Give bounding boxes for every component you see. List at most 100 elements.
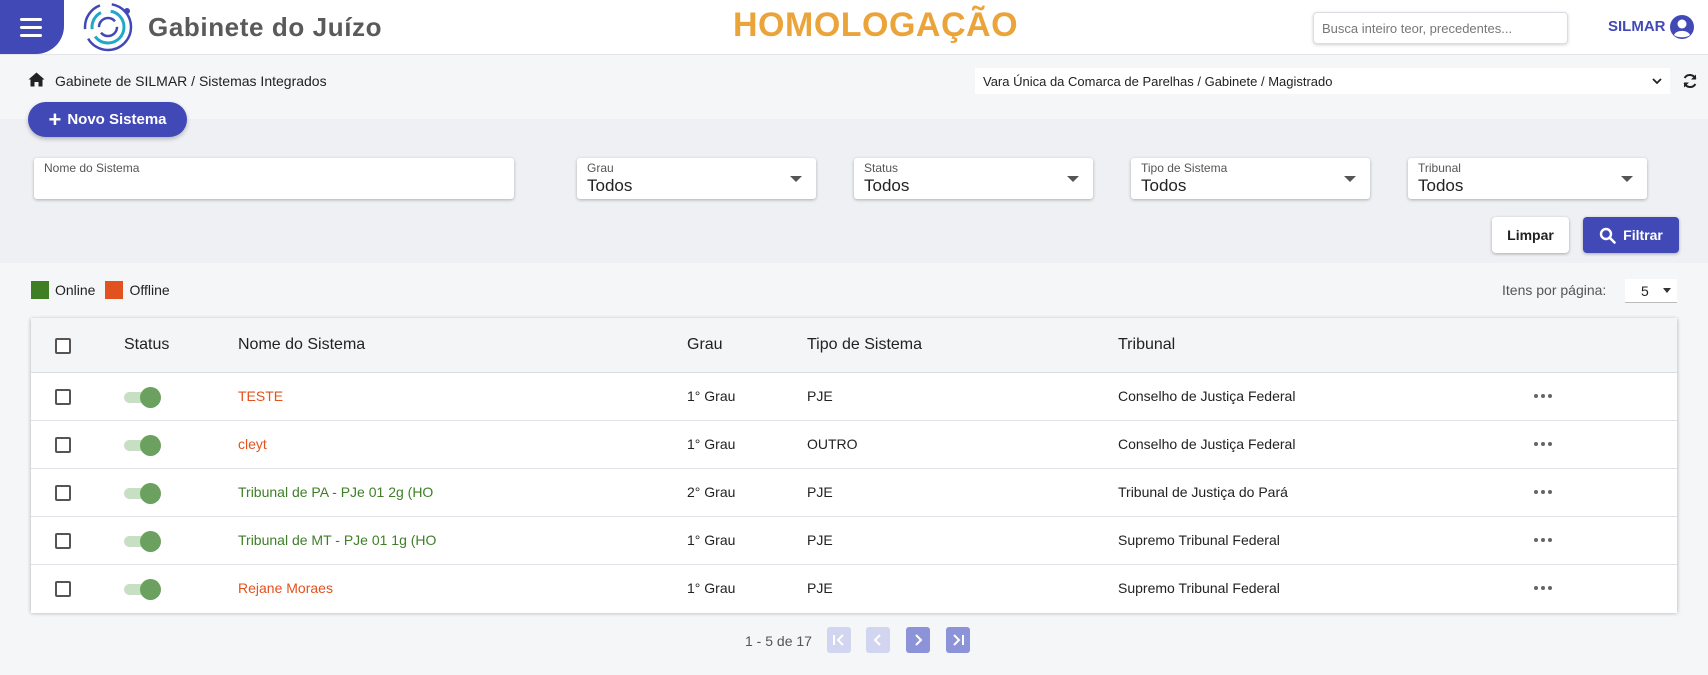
column-header-type[interactable]: Tipo de Sistema: [807, 336, 922, 354]
table-row: Tribunal de PA - PJe 01 2g (HO 2° Grau P…: [31, 469, 1677, 517]
status-value: Todos: [864, 176, 910, 195]
tribunal-cell: Supremo Tribunal Federal: [1118, 580, 1280, 596]
column-header-status[interactable]: Status: [124, 336, 169, 354]
plus-icon: +: [48, 106, 62, 132]
select-all-checkbox[interactable]: [55, 338, 71, 354]
offline-legend-label: Offline: [129, 282, 170, 298]
online-legend-label: Online: [55, 282, 96, 298]
grau-cell: 1° Grau: [687, 580, 736, 596]
row-checkbox[interactable]: [55, 389, 71, 405]
dropdown-arrow-icon: [1344, 176, 1356, 182]
first-page-button[interactable]: [827, 627, 851, 653]
system-type-select[interactable]: Tipo de Sistema Todos: [1131, 158, 1370, 199]
status-toggle[interactable]: [124, 578, 162, 600]
tribunal-cell: Supremo Tribunal Federal: [1118, 532, 1280, 548]
table-row: TESTE 1° Grau PJE Conselho de Justiça Fe…: [31, 373, 1677, 421]
dropdown-arrow-icon: [1067, 176, 1079, 182]
tribunal-cell: Conselho de Justiça Federal: [1118, 388, 1296, 404]
user-name[interactable]: SILMAR: [1608, 18, 1666, 35]
row-checkbox[interactable]: [55, 581, 71, 597]
online-swatch: [31, 281, 49, 299]
grau-cell: 1° Grau: [687, 436, 736, 452]
tribunal-value: Todos: [1418, 176, 1464, 195]
filter-button-label: Filtrar: [1623, 227, 1663, 243]
tribunal-cell: Tribunal de Justiça do Pará: [1118, 484, 1288, 500]
type-cell: PJE: [807, 580, 833, 596]
user-avatar-icon[interactable]: [1669, 14, 1695, 40]
table-row: Rejane Moraes 1° Grau PJE Supremo Tribun…: [31, 565, 1677, 613]
type-cell: PJE: [807, 388, 833, 404]
more-options-icon[interactable]: [1531, 434, 1555, 454]
type-cell: PJE: [807, 484, 833, 500]
tribunal-select[interactable]: Tribunal Todos: [1408, 158, 1647, 199]
grau-cell: 2° Grau: [687, 484, 736, 500]
grau-select[interactable]: Grau Todos: [577, 158, 816, 199]
tribunal-label: Tribunal: [1418, 161, 1461, 175]
environment-label: HOMOLOGAÇÃO: [733, 6, 1019, 44]
dropdown-arrow-icon: [790, 176, 802, 182]
chevron-right-icon: [915, 634, 923, 646]
home-icon[interactable]: [28, 72, 45, 87]
pagination-range: 1 - 5 de 17: [745, 633, 812, 649]
app-logo-icon: [83, 2, 133, 52]
dropdown-arrow-icon: [1663, 288, 1671, 293]
status-select[interactable]: Status Todos: [854, 158, 1093, 199]
filter-button[interactable]: Filtrar: [1583, 217, 1679, 253]
items-per-page-value: 5: [1641, 283, 1649, 299]
offline-swatch: [105, 281, 124, 299]
more-options-icon[interactable]: [1531, 386, 1555, 406]
more-options-icon[interactable]: [1531, 530, 1555, 550]
last-page-icon: [953, 634, 964, 646]
menu-button[interactable]: [0, 0, 64, 54]
refresh-icon[interactable]: [1682, 73, 1698, 89]
system-name-label: Nome do Sistema: [44, 161, 140, 175]
status-toggle[interactable]: [124, 434, 162, 456]
type-cell: OUTRO: [807, 436, 858, 452]
system-name-link[interactable]: cleyt: [238, 436, 267, 452]
status-toggle[interactable]: [124, 530, 162, 552]
row-checkbox[interactable]: [55, 533, 71, 549]
next-page-button[interactable]: [906, 627, 930, 653]
app-title: Gabinete do Juízo: [148, 12, 383, 42]
items-per-page-label: Itens por página:: [1502, 282, 1607, 298]
new-system-button[interactable]: + Novo Sistema: [28, 102, 187, 137]
table-header: Status Nome do Sistema Grau Tipo de Sist…: [31, 318, 1677, 373]
clear-button[interactable]: Limpar: [1492, 217, 1569, 253]
breadcrumb: Gabinete de SILMAR / Sistemas Integrados: [55, 73, 327, 89]
first-page-icon: [833, 634, 844, 646]
unit-selector-value: Vara Única da Comarca de Parelhas / Gabi…: [983, 73, 1333, 89]
search-icon: [1599, 227, 1616, 244]
row-checkbox[interactable]: [55, 485, 71, 501]
status-label: Status: [864, 161, 899, 175]
system-name-link[interactable]: Tribunal de MT - PJe 01 1g (HO: [238, 532, 436, 548]
top-header: Gabinete do Juízo HOMOLOGAÇÃO SILMAR: [0, 0, 1708, 55]
status-toggle[interactable]: [124, 482, 162, 504]
more-options-icon[interactable]: [1531, 578, 1555, 598]
chevron-down-icon: [1652, 78, 1662, 85]
chevron-left-icon: [873, 634, 881, 646]
last-page-button[interactable]: [946, 627, 970, 653]
unit-selector[interactable]: Vara Única da Comarca de Parelhas / Gabi…: [975, 68, 1670, 94]
system-type-value: Todos: [1141, 176, 1187, 195]
items-per-page-select[interactable]: 5: [1625, 279, 1677, 303]
system-name-link[interactable]: TESTE: [238, 388, 283, 404]
system-name-field[interactable]: Nome do Sistema: [34, 158, 514, 199]
dropdown-arrow-icon: [1621, 176, 1633, 182]
status-legend: Online Offline: [31, 281, 180, 299]
search-input[interactable]: [1313, 12, 1568, 44]
type-cell: PJE: [807, 532, 833, 548]
new-system-label: Novo Sistema: [67, 111, 167, 128]
column-header-tribunal[interactable]: Tribunal: [1118, 336, 1175, 354]
more-options-icon[interactable]: [1531, 482, 1555, 502]
hamburger-icon: [20, 18, 42, 21]
system-type-label: Tipo de Sistema: [1141, 161, 1228, 175]
grau-value: Todos: [587, 176, 633, 195]
grau-cell: 1° Grau: [687, 532, 736, 548]
column-header-name[interactable]: Nome do Sistema: [238, 336, 365, 354]
status-toggle[interactable]: [124, 386, 162, 408]
system-name-link[interactable]: Tribunal de PA - PJe 01 2g (HO: [238, 484, 433, 500]
system-name-link[interactable]: Rejane Moraes: [238, 580, 333, 596]
column-header-grau[interactable]: Grau: [687, 336, 723, 354]
previous-page-button[interactable]: [866, 627, 890, 653]
row-checkbox[interactable]: [55, 437, 71, 453]
